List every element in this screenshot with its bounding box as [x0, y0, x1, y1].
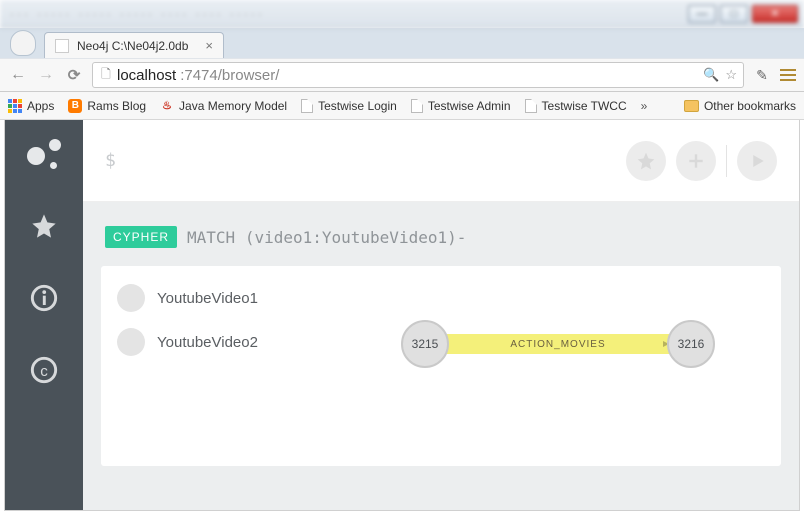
legend-label: YoutubeVideo1 [157, 290, 258, 307]
page-icon [411, 99, 423, 113]
address-bar[interactable]: 🗋 localhost:7474/browser/ 🔍 ☆ [92, 62, 744, 88]
url-path: :7474/browser/ [180, 67, 279, 84]
tab-close-icon[interactable]: × [205, 38, 213, 53]
result-panel: YoutubeVideo1 YoutubeVideo2 3215 ACTION_… [101, 266, 781, 466]
java-icon: ♨ [160, 99, 174, 113]
profile-avatar-icon[interactable] [10, 30, 36, 56]
bookmarks-bar: Apps BRams Blog ♨Java Memory Model Testw… [0, 92, 804, 120]
nav-back-button[interactable]: ← [8, 65, 28, 85]
bookmark-item[interactable]: ♨Java Memory Model [160, 99, 287, 113]
editor-prompt: $ [105, 150, 116, 171]
close-button[interactable]: ✕ [752, 5, 798, 23]
neo4j-browser: c $ CYPHER MATCH (video1:YoutubeV [4, 120, 800, 511]
reload-button[interactable]: ⟳ [64, 65, 84, 85]
bookmark-item[interactable]: Testwise Admin [411, 99, 511, 113]
graph-node[interactable]: 3215 [401, 320, 449, 368]
graph-node[interactable]: 3216 [667, 320, 715, 368]
site-identity-icon: 🗋 [99, 68, 113, 82]
sidebar-about-icon[interactable]: c [26, 352, 62, 388]
favorite-query-button[interactable] [626, 141, 666, 181]
query-text: MATCH (video1:YoutubeVideo1)- [187, 228, 466, 247]
add-button[interactable] [676, 141, 716, 181]
sidebar-info-icon[interactable] [26, 280, 62, 316]
bookmarks-overflow-button[interactable]: » [641, 99, 648, 113]
tab-favicon-icon [55, 39, 69, 53]
page-icon [525, 99, 537, 113]
folder-icon [684, 100, 699, 112]
page-icon [301, 99, 313, 113]
bookmark-star-icon[interactable]: ☆ [725, 67, 737, 83]
blogger-icon: B [68, 99, 82, 113]
tab-title: Neo4j C:\Ne04j2.0db [77, 39, 197, 53]
query-editor[interactable]: $ [83, 120, 799, 202]
browser-menu-icon[interactable] [780, 69, 796, 81]
os-window-titlebar: ··· ····· ····· ····· ···· ···· ····· — … [0, 0, 804, 28]
legend-item[interactable]: YoutubeVideo1 [117, 284, 765, 312]
bookmark-item[interactable]: Testwise TWCC [525, 99, 627, 113]
zoom-icon[interactable]: 🔍 [703, 67, 719, 83]
legend-label: YoutubeVideo2 [157, 334, 258, 351]
apps-grid-icon [8, 99, 22, 113]
nav-forward-button[interactable]: → [36, 65, 56, 85]
minimize-button[interactable]: — [688, 5, 716, 23]
results-stream[interactable]: CYPHER MATCH (video1:YoutubeVideo1)- You… [83, 202, 799, 510]
legend-swatch-icon [117, 328, 145, 356]
sidebar-database-icon[interactable] [26, 136, 62, 172]
other-bookmarks[interactable]: Other bookmarks [684, 99, 796, 113]
legend-swatch-icon [117, 284, 145, 312]
bookmark-item[interactable]: BRams Blog [68, 99, 146, 113]
sidebar-favorites-icon[interactable] [26, 208, 62, 244]
graph-visualization[interactable]: 3215 ACTION_MOVIES 3216 [401, 320, 715, 368]
cypher-badge: CYPHER [105, 226, 177, 248]
run-query-button[interactable] [737, 141, 777, 181]
browser-toolbar: ← → ⟳ 🗋 localhost:7474/browser/ 🔍 ☆ ✎ [0, 58, 804, 92]
sidebar: c [5, 120, 83, 510]
main-area: $ CYPHER MATCH (video1:YoutubeVideo1)- [83, 120, 799, 510]
maximize-button[interactable]: □ [720, 5, 748, 23]
apps-shortcut[interactable]: Apps [8, 99, 54, 113]
result-header: CYPHER MATCH (video1:YoutubeVideo1)- [83, 202, 799, 266]
bookmark-item[interactable]: Testwise Login [301, 99, 397, 113]
divider [726, 145, 727, 177]
graph-edge[interactable]: ACTION_MOVIES [443, 334, 673, 354]
browser-tabstrip: Neo4j C:\Ne04j2.0db × [0, 28, 804, 58]
svg-text:c: c [40, 363, 48, 380]
url-host: localhost [117, 67, 176, 84]
window-controls: — □ ✕ [688, 5, 798, 23]
extension-eyedropper-icon[interactable]: ✎ [752, 65, 772, 85]
browser-tab[interactable]: Neo4j C:\Ne04j2.0db × [44, 32, 224, 58]
